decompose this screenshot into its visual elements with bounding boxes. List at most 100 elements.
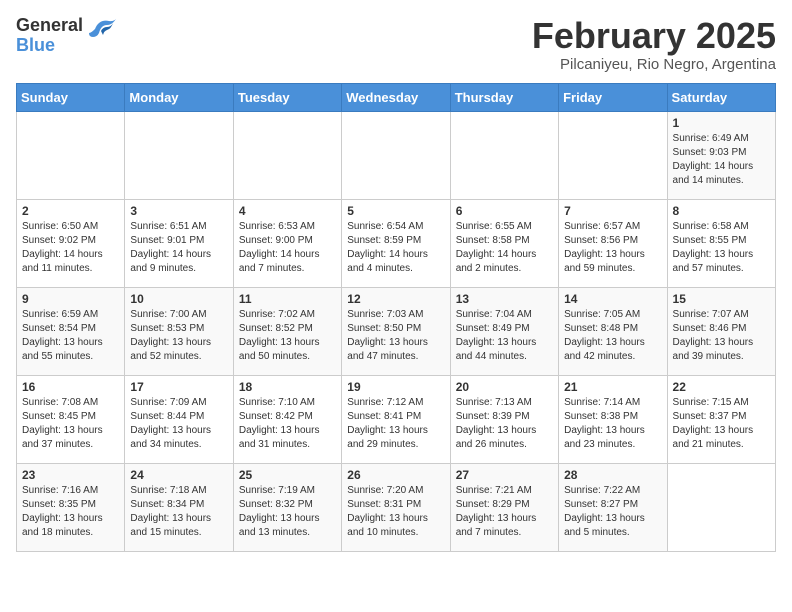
day-cell: 17 Sunrise: 7:09 AM Sunset: 8:44 PM Dayli… bbox=[125, 375, 233, 463]
day-info: Sunrise: 7:18 AM Sunset: 8:34 PM Dayligh… bbox=[130, 484, 227, 540]
day-number: 28 bbox=[564, 468, 661, 482]
day-cell: 9 Sunrise: 6:59 AM Sunset: 8:54 PM Daylig… bbox=[17, 287, 125, 375]
day-cell: 19 Sunrise: 7:12 AM Sunset: 8:41 PM Dayli… bbox=[342, 375, 450, 463]
day-cell: 14Sunrise: 7:05 AM Sunset: 8:48 PM Dayli… bbox=[559, 287, 667, 375]
day-cell: 23Sunrise: 7:16 AM Sunset: 8:35 PM Dayli… bbox=[17, 463, 125, 551]
day-cell: 13 Sunrise: 7:04 AM Sunset: 8:49 PM Dayli… bbox=[450, 287, 558, 375]
day-cell: 2 Sunrise: 6:50 AM Sunset: 9:02 PM Daylig… bbox=[17, 199, 125, 287]
logo-general: General bbox=[16, 16, 83, 36]
day-info: Sunrise: 6:55 AM Sunset: 8:58 PM Dayligh… bbox=[456, 220, 553, 276]
day-number: 22 bbox=[673, 380, 770, 394]
day-number: 10 bbox=[130, 292, 227, 306]
day-cell: 21 Sunrise: 7:14 AM Sunset: 8:38 PM Dayli… bbox=[559, 375, 667, 463]
day-cell: 18 Sunrise: 7:10 AM Sunset: 8:42 PM Dayli… bbox=[233, 375, 341, 463]
day-cell: 8 Sunrise: 6:58 AM Sunset: 8:55 PM Daylig… bbox=[667, 199, 775, 287]
calendar-subtitle: Pilcaniyeu, Rio Negro, Argentina bbox=[532, 56, 776, 73]
day-info: Sunrise: 7:04 AM Sunset: 8:49 PM Dayligh… bbox=[456, 308, 553, 364]
day-cell bbox=[450, 111, 558, 199]
day-number: 1 bbox=[673, 116, 770, 130]
day-cell bbox=[559, 111, 667, 199]
day-cell: 28 Sunrise: 7:22 AM Sunset: 8:27 PM Dayli… bbox=[559, 463, 667, 551]
day-cell bbox=[17, 111, 125, 199]
day-number: 27 bbox=[456, 468, 553, 482]
day-cell: 1 Sunrise: 6:49 AM Sunset: 9:03 PM Daylig… bbox=[667, 111, 775, 199]
day-number: 4 bbox=[239, 204, 336, 218]
day-cell: 12Sunrise: 7:03 AM Sunset: 8:50 PM Dayli… bbox=[342, 287, 450, 375]
day-info: Sunrise: 7:07 AM Sunset: 8:46 PM Dayligh… bbox=[673, 308, 770, 364]
week-row-5: 23Sunrise: 7:16 AM Sunset: 8:35 PM Dayli… bbox=[17, 463, 776, 551]
day-info: Sunrise: 6:51 AM Sunset: 9:01 PM Dayligh… bbox=[130, 220, 227, 276]
day-number: 6 bbox=[456, 204, 553, 218]
day-info: Sunrise: 7:22 AM Sunset: 8:27 PM Dayligh… bbox=[564, 484, 661, 540]
day-cell: 5Sunrise: 6:54 AM Sunset: 8:59 PM Daylig… bbox=[342, 199, 450, 287]
day-number: 9 bbox=[22, 292, 119, 306]
day-info: Sunrise: 6:49 AM Sunset: 9:03 PM Dayligh… bbox=[673, 132, 770, 188]
day-number: 19 bbox=[347, 380, 444, 394]
day-number: 24 bbox=[130, 468, 227, 482]
day-cell: 16 Sunrise: 7:08 AM Sunset: 8:45 PM Dayli… bbox=[17, 375, 125, 463]
day-cell bbox=[233, 111, 341, 199]
day-info: Sunrise: 7:15 AM Sunset: 8:37 PM Dayligh… bbox=[673, 396, 770, 452]
header-day-tuesday: Tuesday bbox=[233, 83, 341, 111]
day-number: 20 bbox=[456, 380, 553, 394]
day-info: Sunrise: 7:00 AM Sunset: 8:53 PM Dayligh… bbox=[130, 308, 227, 364]
day-cell: 10 Sunrise: 7:00 AM Sunset: 8:53 PM Dayli… bbox=[125, 287, 233, 375]
day-info: Sunrise: 7:21 AM Sunset: 8:29 PM Dayligh… bbox=[456, 484, 553, 540]
day-cell bbox=[125, 111, 233, 199]
day-info: Sunrise: 6:54 AM Sunset: 8:59 PM Dayligh… bbox=[347, 220, 444, 276]
day-info: Sunrise: 7:02 AM Sunset: 8:52 PM Dayligh… bbox=[239, 308, 336, 364]
day-number: 21 bbox=[564, 380, 661, 394]
day-info: Sunrise: 7:09 AM Sunset: 8:44 PM Dayligh… bbox=[130, 396, 227, 452]
day-number: 8 bbox=[673, 204, 770, 218]
logo-blue: Blue bbox=[16, 36, 83, 56]
day-info: Sunrise: 7:08 AM Sunset: 8:45 PM Dayligh… bbox=[22, 396, 119, 452]
week-row-4: 16 Sunrise: 7:08 AM Sunset: 8:45 PM Dayli… bbox=[17, 375, 776, 463]
day-cell: 27 Sunrise: 7:21 AM Sunset: 8:29 PM Dayli… bbox=[450, 463, 558, 551]
day-number: 12 bbox=[347, 292, 444, 306]
day-number: 25 bbox=[239, 468, 336, 482]
day-cell: 3Sunrise: 6:51 AM Sunset: 9:01 PM Daylig… bbox=[125, 199, 233, 287]
day-cell: 15 Sunrise: 7:07 AM Sunset: 8:46 PM Dayli… bbox=[667, 287, 775, 375]
logo-bird-icon bbox=[87, 15, 119, 48]
logo: General Blue bbox=[16, 16, 119, 56]
day-number: 16 bbox=[22, 380, 119, 394]
day-number: 14 bbox=[564, 292, 661, 306]
title-section: February 2025 Pilcaniyeu, Rio Negro, Arg… bbox=[532, 16, 776, 73]
header-day-saturday: Saturday bbox=[667, 83, 775, 111]
day-number: 7 bbox=[564, 204, 661, 218]
day-cell: 11 Sunrise: 7:02 AM Sunset: 8:52 PM Dayli… bbox=[233, 287, 341, 375]
day-info: Sunrise: 7:12 AM Sunset: 8:41 PM Dayligh… bbox=[347, 396, 444, 452]
day-number: 2 bbox=[22, 204, 119, 218]
day-info: Sunrise: 7:10 AM Sunset: 8:42 PM Dayligh… bbox=[239, 396, 336, 452]
day-number: 26 bbox=[347, 468, 444, 482]
day-number: 18 bbox=[239, 380, 336, 394]
day-info: Sunrise: 6:53 AM Sunset: 9:00 PM Dayligh… bbox=[239, 220, 336, 276]
day-number: 13 bbox=[456, 292, 553, 306]
day-info: Sunrise: 7:14 AM Sunset: 8:38 PM Dayligh… bbox=[564, 396, 661, 452]
day-cell: 25Sunrise: 7:19 AM Sunset: 8:32 PM Dayli… bbox=[233, 463, 341, 551]
calendar-table: SundayMondayTuesdayWednesdayThursdayFrid… bbox=[16, 83, 776, 552]
day-info: Sunrise: 6:57 AM Sunset: 8:56 PM Dayligh… bbox=[564, 220, 661, 276]
day-number: 15 bbox=[673, 292, 770, 306]
day-info: Sunrise: 6:58 AM Sunset: 8:55 PM Dayligh… bbox=[673, 220, 770, 276]
day-cell: 24 Sunrise: 7:18 AM Sunset: 8:34 PM Dayli… bbox=[125, 463, 233, 551]
calendar-header-row: SundayMondayTuesdayWednesdayThursdayFrid… bbox=[17, 83, 776, 111]
day-info: Sunrise: 7:20 AM Sunset: 8:31 PM Dayligh… bbox=[347, 484, 444, 540]
header-day-sunday: Sunday bbox=[17, 83, 125, 111]
day-info: Sunrise: 6:59 AM Sunset: 8:54 PM Dayligh… bbox=[22, 308, 119, 364]
day-cell bbox=[342, 111, 450, 199]
day-info: Sunrise: 7:13 AM Sunset: 8:39 PM Dayligh… bbox=[456, 396, 553, 452]
page-header: General Blue February 2025 Pilcaniyeu, R… bbox=[16, 16, 776, 73]
day-number: 11 bbox=[239, 292, 336, 306]
day-info: Sunrise: 6:50 AM Sunset: 9:02 PM Dayligh… bbox=[22, 220, 119, 276]
header-day-monday: Monday bbox=[125, 83, 233, 111]
week-row-1: 1 Sunrise: 6:49 AM Sunset: 9:03 PM Daylig… bbox=[17, 111, 776, 199]
day-cell: 20 Sunrise: 7:13 AM Sunset: 8:39 PM Dayli… bbox=[450, 375, 558, 463]
day-number: 17 bbox=[130, 380, 227, 394]
day-cell: 26 Sunrise: 7:20 AM Sunset: 8:31 PM Dayli… bbox=[342, 463, 450, 551]
day-cell bbox=[667, 463, 775, 551]
week-row-3: 9 Sunrise: 6:59 AM Sunset: 8:54 PM Daylig… bbox=[17, 287, 776, 375]
day-cell: 6 Sunrise: 6:55 AM Sunset: 8:58 PM Daylig… bbox=[450, 199, 558, 287]
calendar-title: February 2025 bbox=[532, 16, 776, 56]
day-cell: 4 Sunrise: 6:53 AM Sunset: 9:00 PM Daylig… bbox=[233, 199, 341, 287]
